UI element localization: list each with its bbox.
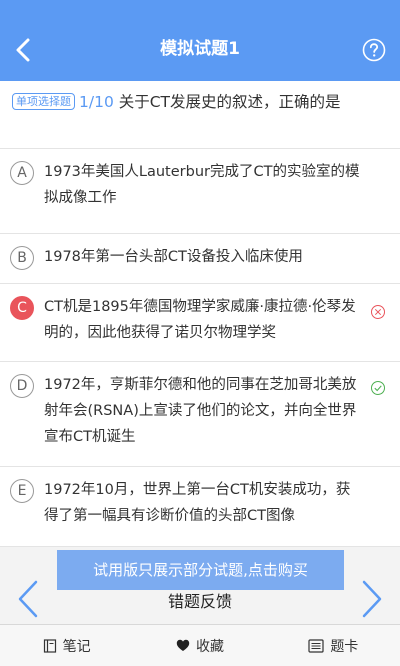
heart-icon (176, 639, 190, 651)
tab-label: 笔记 (62, 638, 91, 655)
option-text: 1978年第一台头部CT设备投入临床使用 (44, 249, 303, 265)
option-b[interactable]: B 1978年第一台头部CT设备投入临床使用 (0, 234, 400, 284)
notebook-icon (43, 638, 56, 653)
option-a[interactable]: A 1973年美国人Lauterbur完成了CT的实验室的模拟成像工作 (0, 149, 400, 234)
tab-notes[interactable]: 笔记 (0, 636, 133, 656)
option-text: 1973年美国人Lauterbur完成了CT的实验室的模拟成像工作 (44, 164, 360, 206)
question-stem: 单项选择题 1/10 关于CT发展史的叙述，正确的是 (0, 81, 400, 149)
option-letter: A (10, 161, 34, 185)
option-text: CT机是1895年德国物理学家威廉·康拉德·伦琴发明的，因此他获得了诺贝尔物理学… (44, 299, 356, 341)
option-letter: C (10, 296, 34, 320)
question-index: 1/10 (79, 93, 114, 111)
bottom-tab-bar: 笔记 收藏 题卡 (0, 624, 400, 666)
tab-favorites[interactable]: 收藏 (133, 636, 266, 656)
tab-answer-card[interactable]: 题卡 (267, 636, 400, 656)
error-feedback-link[interactable]: 错题反馈 (0, 590, 400, 614)
option-text: 1972年，亨斯菲尔德和他的同事在芝加哥北美放射年会(RSNA)上宣读了他们的论… (44, 377, 357, 445)
question-type-badge: 单项选择题 (12, 93, 75, 110)
option-text: 1972年10月，世界上第一台CT机安装成功，获得了第一幅具有诊断价值的头部CT… (44, 482, 351, 524)
option-c[interactable]: C CT机是1895年德国物理学家威廉·康拉德·伦琴发明的，因此他获得了诺贝尔物… (0, 284, 400, 362)
question-content: 单项选择题 1/10 关于CT发展史的叙述，正确的是 A 1973年美国人Laut… (0, 81, 400, 547)
answer-card-icon (308, 638, 324, 653)
next-question-arrow-icon[interactable] (358, 578, 386, 620)
check-circle-icon (371, 381, 385, 395)
x-circle-icon (371, 305, 385, 319)
tab-label: 题卡 (330, 638, 359, 655)
tab-label: 收藏 (195, 638, 224, 655)
page-title: 模拟试题1 (160, 39, 240, 59)
option-e[interactable]: E 1972年10月，世界上第一台CT机安装成功，获得了第一幅具有诊断价值的头部… (0, 467, 400, 547)
option-letter: B (10, 246, 34, 270)
header-bar: 模拟试题1 (0, 0, 400, 81)
question-circle-icon[interactable] (362, 38, 386, 62)
option-d[interactable]: D 1972年，亨斯菲尔德和他的同事在芝加哥北美放射年会(RSNA)上宣读了他们… (0, 362, 400, 467)
option-letter: D (10, 374, 34, 398)
option-letter: E (10, 479, 34, 503)
purchase-banner[interactable]: 试用版只展示部分试题,点击购买 (57, 550, 344, 590)
question-text: 关于CT发展史的叙述，正确的是 (113, 93, 341, 111)
